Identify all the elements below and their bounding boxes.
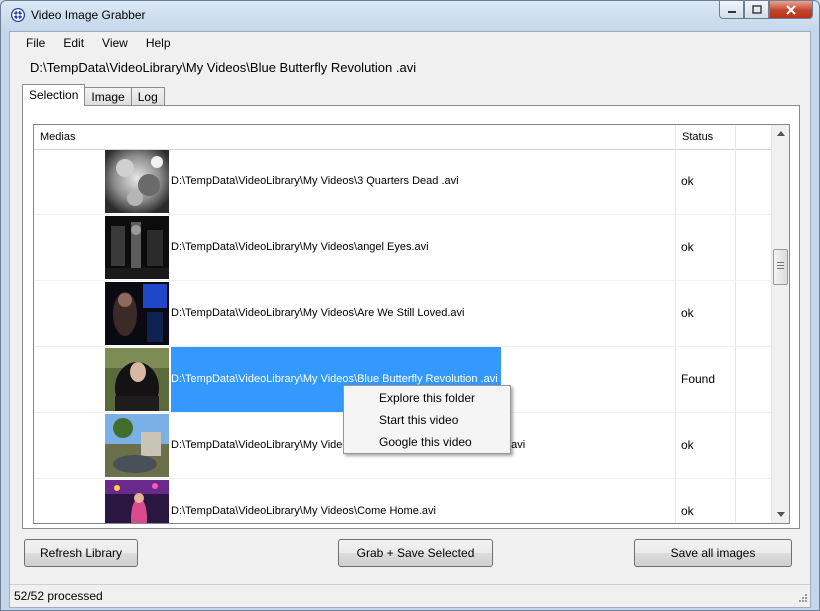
minimize-icon	[727, 10, 736, 13]
table-row[interactable]: D:\TempData\VideoLibrary\My Videos\Come …	[34, 479, 773, 523]
media-status: ok	[681, 306, 694, 320]
media-status: ok	[681, 174, 694, 188]
media-path-head: D:\TempData\VideoLibrary\My Videos\	[171, 439, 358, 451]
tab-log[interactable]: Log	[130, 87, 165, 106]
arrow-up-icon	[776, 131, 785, 136]
vertical-scrollbar[interactable]	[771, 125, 789, 523]
context-menu: Explore this folder Start this video Goo…	[343, 385, 511, 454]
media-status: ok	[681, 504, 694, 518]
grab-save-selected-button[interactable]: Grab + Save Selected	[338, 539, 493, 567]
menu-help[interactable]: Help	[138, 36, 181, 50]
media-path: D:\TempData\VideoLibrary\My Videos\Come …	[171, 505, 436, 517]
video-thumbnail	[105, 414, 169, 477]
context-item-explore-folder[interactable]: Explore this folder	[344, 387, 510, 409]
app-window: Video Image Grabber File Edit View Help …	[0, 0, 820, 611]
video-thumbnail	[105, 348, 169, 411]
video-thumbnail	[105, 150, 169, 213]
context-item-google-video[interactable]: Google this video	[344, 431, 510, 453]
media-status: Found	[681, 372, 716, 386]
resize-grip-icon[interactable]	[796, 593, 808, 605]
close-icon	[786, 4, 796, 15]
scroll-up-button[interactable]	[772, 125, 789, 142]
maximize-button[interactable]	[744, 1, 769, 19]
menu-file[interactable]: File	[18, 36, 55, 50]
menu-bar: File Edit View Help	[10, 32, 810, 53]
selection-panel: Medias Status D:\TempData\VideoLibrary\M…	[22, 105, 800, 529]
window-title: Video Image Grabber	[31, 8, 146, 22]
grid-header: Medias Status	[34, 125, 773, 150]
media-path: D:\TempData\VideoLibrary\My Videos\angel…	[171, 241, 429, 253]
video-thumbnail	[105, 216, 169, 279]
tab-selection[interactable]: Selection	[22, 84, 86, 106]
table-row[interactable]: D:\TempData\VideoLibrary\My Videos\Are W…	[34, 281, 773, 347]
client-area: File Edit View Help D:\TempData\VideoLib…	[9, 31, 811, 608]
media-path: D:\TempData\VideoLibrary\My Videos\Are W…	[171, 307, 465, 319]
tab-strip: Selection Image Log	[22, 84, 165, 106]
status-bar: 52/52 processed	[10, 584, 810, 607]
grid-rows: D:\TempData\VideoLibrary\My Videos\3 Qua…	[34, 149, 773, 523]
refresh-library-button[interactable]: Refresh Library	[24, 539, 138, 567]
close-button[interactable]	[769, 1, 813, 19]
media-status: ok	[681, 240, 694, 254]
media-grid[interactable]: Medias Status D:\TempData\VideoLibrary\M…	[33, 124, 790, 524]
context-item-start-video[interactable]: Start this video	[344, 409, 510, 431]
current-file-path: D:\TempData\VideoLibrary\My Videos\Blue …	[30, 60, 417, 75]
column-header-medias[interactable]: Medias	[34, 125, 676, 149]
video-thumbnail	[105, 282, 169, 345]
video-thumbnail	[105, 480, 169, 523]
column-header-status[interactable]: Status	[676, 125, 736, 149]
media-path: D:\TempData\VideoLibrary\My Videos\3 Qua…	[171, 175, 459, 187]
save-all-images-button[interactable]: Save all images	[634, 539, 792, 567]
arrow-down-icon	[776, 512, 785, 517]
media-path-tail: avi	[511, 439, 526, 451]
minimize-button[interactable]	[719, 1, 744, 19]
media-status: ok	[681, 438, 694, 452]
film-reel-icon	[11, 8, 25, 22]
caption-buttons	[719, 1, 813, 19]
scroll-thumb[interactable]	[773, 249, 788, 285]
table-row[interactable]: D:\TempData\VideoLibrary\My Videos\angel…	[34, 215, 773, 281]
menu-view[interactable]: View	[94, 36, 138, 50]
tab-image[interactable]: Image	[84, 87, 132, 106]
maximize-icon	[751, 5, 762, 14]
title-bar[interactable]: Video Image Grabber	[1, 1, 819, 31]
status-text: 52/52 processed	[14, 589, 103, 603]
scroll-down-button[interactable]	[772, 506, 789, 523]
table-row[interactable]: D:\TempData\VideoLibrary\My Videos\3 Qua…	[34, 149, 773, 215]
menu-edit[interactable]: Edit	[55, 36, 94, 50]
